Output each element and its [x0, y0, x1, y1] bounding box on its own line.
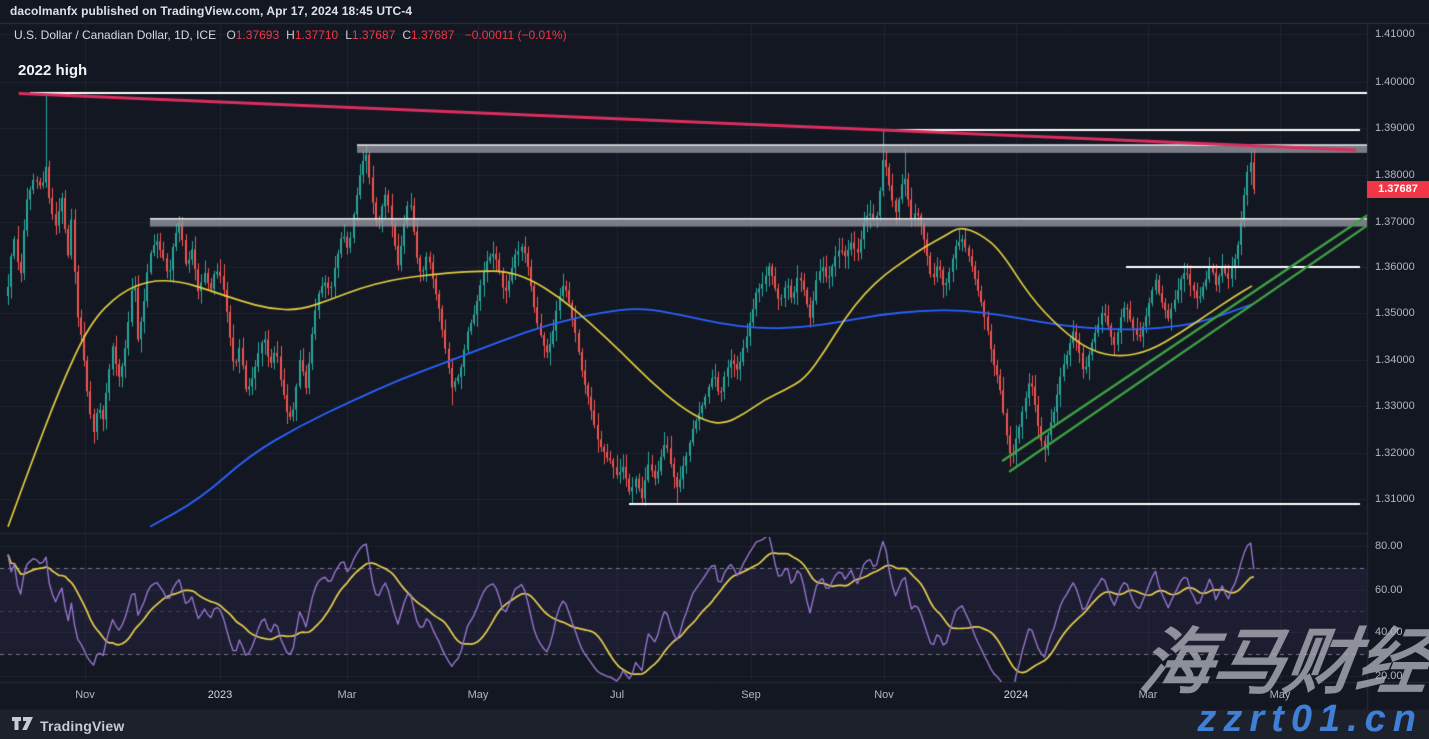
ohlc-value: 1.37710 — [295, 28, 338, 42]
price-tick-label: 1.34000 — [1375, 354, 1415, 366]
time-tick-label: 2023 — [192, 689, 248, 701]
price-tick-label: 60.00 — [1375, 584, 1403, 596]
last-price-label: 1.37687 — [1367, 181, 1429, 198]
price-tick-label: 1.33000 — [1375, 400, 1415, 412]
price-tick-label: 80.00 — [1375, 540, 1403, 552]
price-tick-label: 1.35000 — [1375, 307, 1415, 319]
ohlc-value: 1.37693 — [236, 28, 279, 42]
tradingview-logo-icon — [12, 716, 33, 736]
time-tick-label: 2024 — [988, 689, 1044, 701]
tradingview-published-chart: dacolmanfx published on TradingView.com,… — [0, 0, 1429, 739]
ohlc-value: 1.37687 — [411, 28, 454, 42]
symbol-title[interactable]: U.S. Dollar / Canadian Dollar, 1D, ICE — [14, 28, 216, 42]
price-tick-label: 1.38000 — [1375, 169, 1415, 181]
publish-info-bar: dacolmanfx published on TradingView.com,… — [0, 0, 1429, 24]
ohlc-label: O — [226, 28, 235, 42]
ohlc-values: O1.37693H1.37710L1.37687C1.37687 — [219, 28, 454, 42]
price-tick-label: 1.40000 — [1375, 76, 1415, 88]
price-tick-label: 1.39000 — [1375, 122, 1415, 134]
watermark-site-url: zzrt01.cn — [1197, 700, 1423, 738]
price-tick-label: 1.41000 — [1375, 28, 1415, 40]
time-tick-label: Sep — [723, 689, 779, 701]
publish-info-text: dacolmanfx published on TradingView.com,… — [10, 4, 412, 18]
time-tick-label: May — [450, 689, 506, 701]
time-tick-label: Nov — [57, 689, 113, 701]
change-value: −0.00011 (−0.01%) — [465, 28, 567, 42]
annotation-2022-high-label: 2022 high — [18, 62, 87, 79]
ohlc-value: 1.37687 — [352, 28, 395, 42]
ohlc-label: L — [345, 28, 352, 42]
ohlc-label: H — [286, 28, 295, 42]
ohlc-label: C — [402, 28, 411, 42]
time-tick-label: Jul — [589, 689, 645, 701]
time-tick-label: Nov — [856, 689, 912, 701]
watermark-chinese-text: 海马财经 — [1136, 627, 1429, 699]
price-tick-label: 1.37000 — [1375, 216, 1415, 228]
tradingview-logo-text[interactable]: TradingView — [40, 718, 124, 734]
price-tick-label: 1.31000 — [1375, 493, 1415, 505]
tradingview-logo[interactable]: TradingView — [12, 716, 124, 736]
time-tick-label: Mar — [319, 689, 375, 701]
price-tick-label: 1.36000 — [1375, 261, 1415, 273]
price-tick-label: 1.32000 — [1375, 447, 1415, 459]
price-axis[interactable]: 1.41000 1.40000 1.39000 1.38000 1.37000 1.360… — [1368, 23, 1429, 682]
chart-legend[interactable]: U.S. Dollar / Canadian Dollar, 1D, ICE O… — [14, 28, 567, 42]
